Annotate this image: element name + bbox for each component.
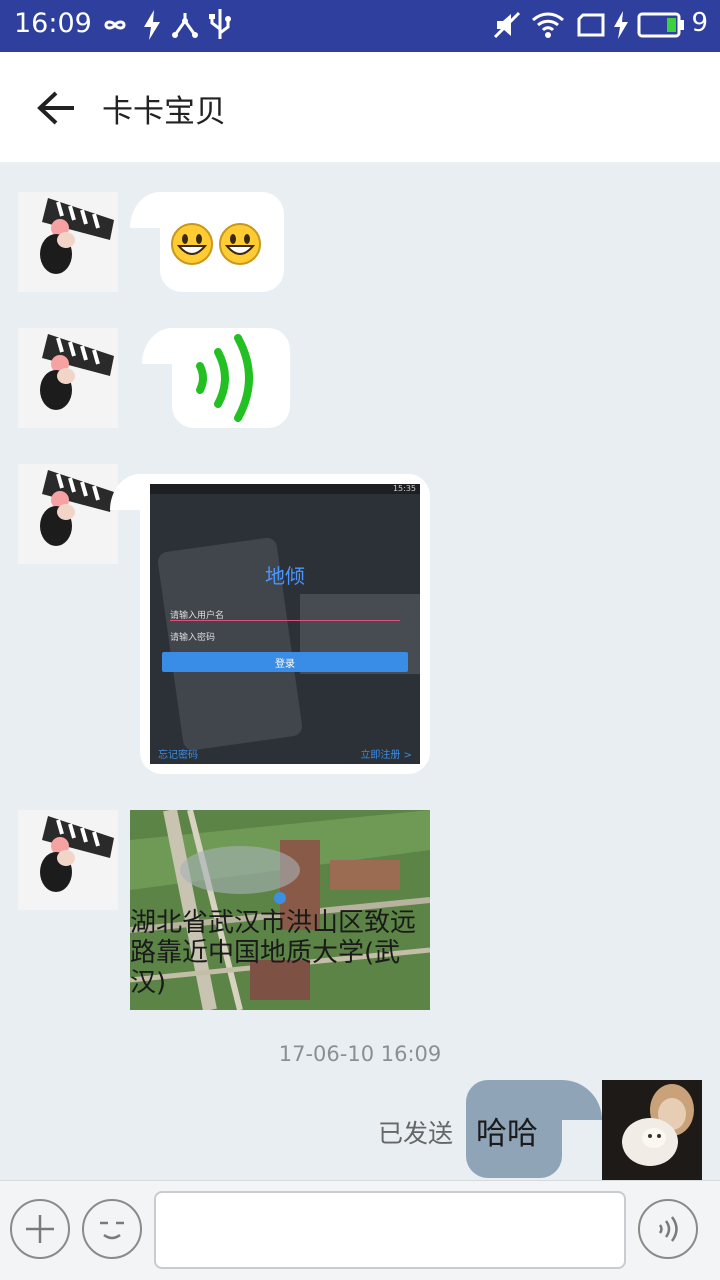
input-bar xyxy=(0,1180,720,1280)
message-bubble-voice[interactable] xyxy=(142,328,290,428)
screenshot-forgot-link: 忘记密码 xyxy=(158,750,198,761)
location-message[interactable]: 湖北省武汉市洪山区致远路靠近中国地质大学(武汉) xyxy=(130,810,430,1010)
share-icon xyxy=(170,8,200,42)
message-timestamp: 17-06-10 16:09 xyxy=(278,1042,442,1066)
smiley-icon xyxy=(171,223,213,265)
chat-area[interactable]: 15:35 地倾 请输入用户名 请输入密码 登录 忘记密码 立即注册 > 湖北省… xyxy=(0,162,720,1180)
contact-avatar[interactable] xyxy=(18,810,118,910)
user-avatar[interactable] xyxy=(602,1080,702,1180)
screenshot-title: 地倾 xyxy=(265,564,305,588)
page-title: 卡卡宝贝 xyxy=(102,94,226,130)
plus-button[interactable] xyxy=(10,1199,70,1259)
contact-avatar[interactable] xyxy=(18,192,118,292)
image-screenshot[interactable]: 15:35 地倾 请输入用户名 请输入密码 登录 忘记密码 立即注册 > xyxy=(150,484,420,764)
contact-avatar[interactable] xyxy=(18,464,118,564)
message-bubble-emoji[interactable] xyxy=(130,192,284,292)
message-input[interactable] xyxy=(154,1191,626,1269)
outgoing-text: 哈哈 xyxy=(476,1116,538,1152)
sim-icon xyxy=(576,8,606,42)
plus-icon xyxy=(26,1215,54,1243)
usb-icon xyxy=(206,8,234,42)
location-address: 湖北省武汉市洪山区致远路靠近中国地质大学(武汉) xyxy=(130,908,417,998)
mute-icon xyxy=(492,8,522,42)
status-bar: 16:09 9 xyxy=(0,0,720,52)
emoji-face-icon xyxy=(100,1221,124,1240)
screenshot-status-time: 15:35 xyxy=(392,484,416,493)
wifi-icon xyxy=(530,8,566,42)
infinity-icon xyxy=(96,8,134,42)
app-bar: 卡卡宝贝 xyxy=(0,52,720,162)
arrow-left-icon xyxy=(37,91,74,125)
emoji-button[interactable] xyxy=(82,1199,142,1259)
voice-waves-icon xyxy=(196,334,253,422)
contact-avatar[interactable] xyxy=(18,328,118,428)
smiley-icon xyxy=(219,223,261,265)
status-time: 16:09 xyxy=(14,8,92,39)
voice-button[interactable] xyxy=(638,1199,698,1259)
screenshot-login-label: 登录 xyxy=(275,659,295,670)
charging-icon xyxy=(612,8,630,42)
back-button[interactable] xyxy=(30,82,82,134)
screenshot-password-field: 请输入密码 xyxy=(170,633,216,643)
message-bubble-outgoing[interactable]: 哈哈 xyxy=(466,1080,602,1178)
sent-status: 已发送 xyxy=(378,1119,454,1148)
screenshot-register-link: 立即注册 > xyxy=(360,750,412,761)
battery-level: 9 xyxy=(691,8,708,38)
message-bubble-image[interactable]: 15:35 地倾 请输入用户名 请输入密码 登录 忘记密码 立即注册 > xyxy=(110,474,430,774)
flash-icon xyxy=(140,8,164,42)
battery-icon xyxy=(636,8,686,42)
voice-icon xyxy=(658,1216,678,1242)
screenshot-login-button: 登录 xyxy=(162,652,408,672)
